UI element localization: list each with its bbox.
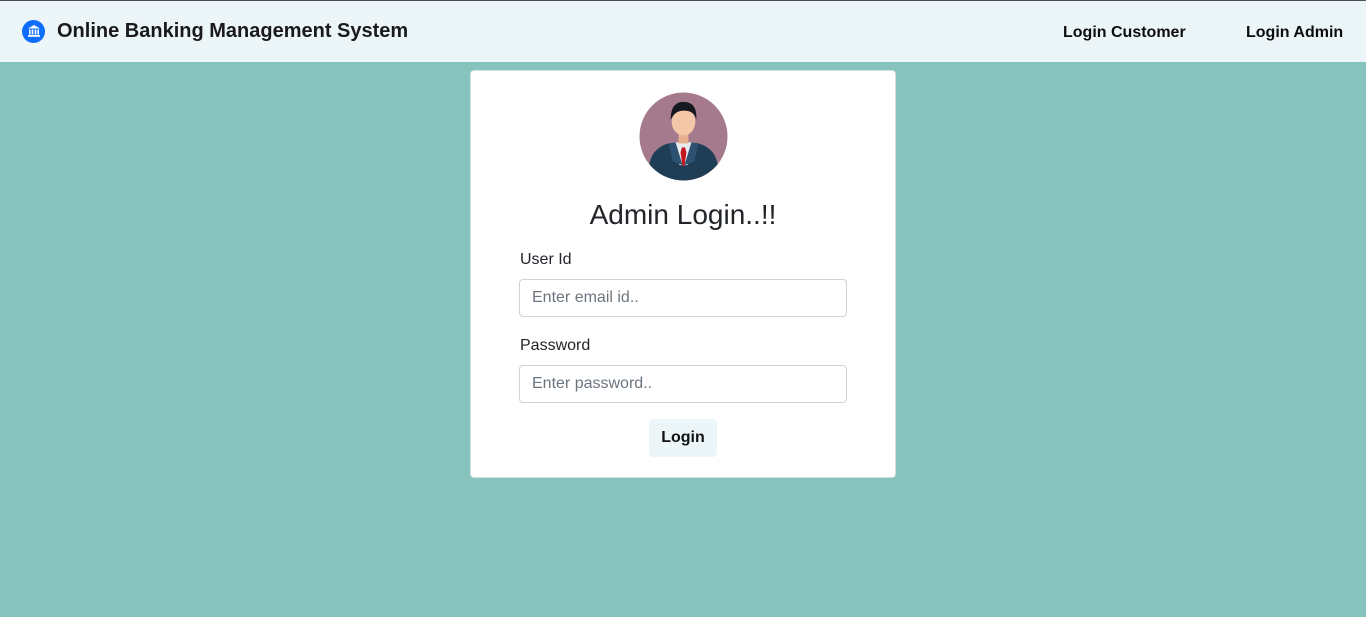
brand-title: Online Banking Management System — [57, 20, 409, 42]
user-id-label: User Id — [520, 251, 572, 268]
login-button[interactable]: Login — [649, 419, 717, 457]
password-input[interactable] — [519, 365, 847, 403]
top-navbar: Online Banking Management System Login C… — [0, 0, 1366, 62]
bank-icon — [22, 19, 45, 43]
admin-avatar-icon — [639, 92, 728, 181]
nav-login-admin[interactable]: Login Admin — [1246, 23, 1343, 43]
page-title: Admin Login..!! — [589, 199, 777, 230]
password-label: Password — [520, 337, 591, 354]
admin-login-card: Admin Login..!! User Id Password Login — [470, 70, 896, 478]
nav-login-customer[interactable]: Login Customer — [1063, 23, 1186, 43]
brand[interactable]: Online Banking Management System — [22, 19, 408, 43]
user-id-input[interactable] — [519, 279, 847, 317]
